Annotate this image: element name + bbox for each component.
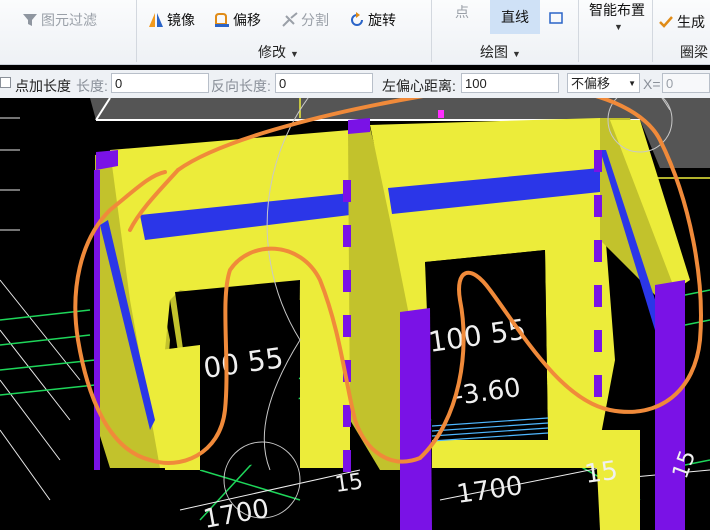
dimension-text: 15 (583, 456, 620, 490)
dimension-text: 15 (333, 469, 364, 498)
separator (652, 0, 653, 62)
point-label: 点 (455, 4, 469, 20)
offset-button[interactable]: 偏移 (214, 10, 261, 30)
wall-pier-left (160, 345, 200, 470)
x-label: X= (643, 76, 661, 92)
rectangle-button[interactable] (548, 10, 564, 26)
draw-group-label[interactable]: 绘图 ▼ (480, 42, 521, 62)
reverse-length-label: 反向长度: (211, 78, 271, 94)
filter-label: 图元过滤 (41, 12, 97, 28)
rotate-icon (349, 12, 365, 28)
split-label: 分割 (301, 12, 329, 28)
x-input[interactable]: 0 (662, 73, 710, 93)
options-bar: 点加长度 长度: 0 反向长度: 0 左偏心距离: 100 不偏移 ▼ X= 0 (0, 70, 710, 99)
chevron-down-icon: ▼ (628, 79, 636, 88)
length-label: 长度: (76, 78, 108, 94)
cad-viewport[interactable]: 00 55 100 55 -3.60 1700 1700 15 15 15 (0, 98, 710, 530)
filter-icon (22, 12, 38, 28)
ring-beam-group-label[interactable]: 圈梁 (680, 42, 708, 62)
offset-label: 偏移 (233, 12, 261, 28)
split-button[interactable]: 分割 (282, 10, 329, 30)
rotate-button[interactable]: 旋转 (349, 10, 396, 30)
wall-sill (432, 440, 600, 468)
line-label: 直线 (501, 9, 529, 25)
smart-layout-label: 智能布置 (589, 2, 645, 18)
offset-distance-input[interactable]: 100 (461, 73, 559, 93)
separator (431, 0, 432, 62)
point-length-checkbox[interactable] (0, 77, 11, 88)
offset-mode-select[interactable]: 不偏移 ▼ (567, 73, 640, 93)
modify-group-label[interactable]: 修改 ▼ (258, 42, 299, 62)
split-icon (282, 12, 298, 28)
separator (578, 0, 579, 62)
offset-distance-label: 左偏心距离: (382, 78, 456, 94)
smart-layout-button[interactable]: 智能布置 (589, 0, 645, 20)
wall-pier-middle (300, 275, 350, 468)
point-button[interactable]: 点 (455, 2, 469, 22)
length-input[interactable]: 0 (111, 73, 209, 93)
magenta-marker (438, 110, 444, 118)
cad-drawing: 00 55 100 55 -3.60 1700 1700 15 15 15 (0, 98, 710, 530)
mirror-icon (148, 12, 164, 28)
chevron-down-icon: ▼ (614, 22, 623, 32)
line-button[interactable]: 直线 (490, 0, 540, 34)
ribbon-toolbar: 图元过滤 镜像 偏移 分割 旋转 修改 ▼ 点 直线 绘图 ▼ 智能布置 ▼ 生… (0, 0, 710, 65)
separator (136, 0, 137, 62)
point-length-label: 点加长度 (15, 78, 71, 94)
column-purple (400, 308, 432, 530)
mirror-label: 镜像 (167, 12, 195, 28)
mirror-button[interactable]: 镜像 (148, 10, 195, 30)
chevron-down-icon: ▼ (512, 49, 521, 59)
reverse-length-input[interactable]: 0 (275, 73, 373, 93)
column-purple (348, 118, 370, 134)
check-icon (658, 14, 674, 30)
offset-icon (214, 12, 230, 28)
column-purple (94, 170, 100, 470)
generate-label: 生成 (677, 14, 705, 30)
filter-button[interactable]: 图元过滤 (22, 10, 97, 30)
rectangle-icon (548, 10, 564, 26)
chevron-down-icon: ▼ (290, 49, 299, 59)
rotate-label: 旋转 (368, 12, 396, 28)
generate-button[interactable]: 生成 (658, 12, 705, 32)
